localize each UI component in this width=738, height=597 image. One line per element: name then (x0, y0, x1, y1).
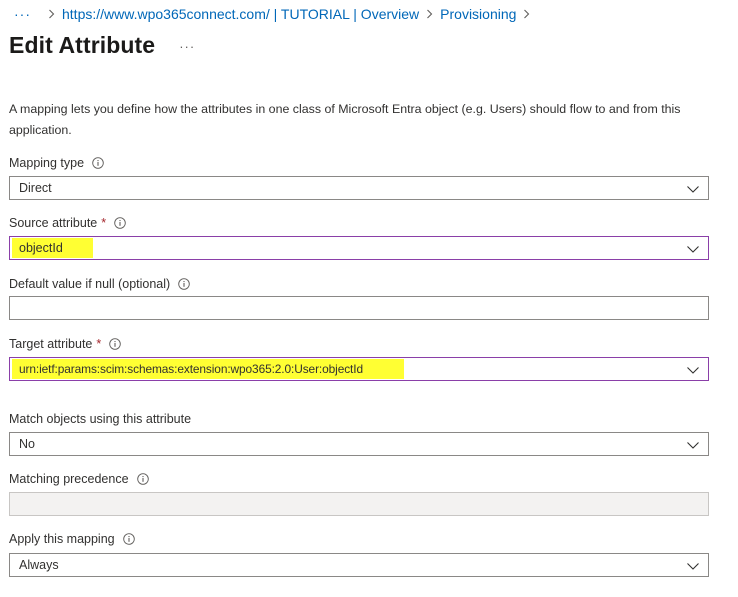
target-attribute-value: urn:ietf:params:scim:schemas:extension:w… (19, 362, 363, 376)
chevron-right-icon (426, 9, 433, 19)
mapping-type-dropdown[interactable]: Direct (9, 176, 709, 200)
breadcrumb-item-app-overview[interactable]: https://www.wpo365connect.com/ | TUTORIA… (62, 6, 419, 22)
required-indicator: * (101, 216, 107, 230)
description-text: A mapping lets you define how the attrib… (9, 102, 681, 137)
breadcrumb: ··· https://www.wpo365connect.com/ | TUT… (14, 4, 537, 24)
breadcrumb-more-button[interactable]: ··· (14, 6, 31, 22)
chevron-down-icon (686, 559, 700, 571)
chevron-right-icon (523, 9, 530, 19)
chevron-down-icon (686, 363, 700, 375)
target-attribute-label: Target attribute * (9, 336, 122, 352)
match-objects-label: Match objects using this attribute (9, 411, 191, 427)
info-icon[interactable] (109, 338, 122, 350)
chevron-right-icon (48, 9, 55, 19)
title-row: Edit Attribute ··· (9, 32, 195, 59)
apply-mapping-label: Apply this mapping (9, 531, 135, 547)
info-icon[interactable] (122, 533, 135, 545)
info-icon[interactable] (136, 473, 149, 485)
mapping-type-value: Direct (19, 181, 52, 195)
mapping-type-label-text: Mapping type (9, 156, 85, 170)
mapping-type-label: Mapping type (9, 155, 104, 171)
match-objects-value: No (19, 437, 35, 451)
matching-precedence-label: Matching precedence (9, 471, 149, 487)
default-value-input[interactable] (9, 296, 709, 320)
chevron-down-icon (686, 242, 700, 254)
more-options-button[interactable]: ··· (179, 39, 195, 54)
match-objects-dropdown[interactable]: No (9, 432, 709, 456)
info-icon[interactable] (92, 157, 104, 169)
apply-mapping-dropdown[interactable]: Always (9, 553, 709, 577)
match-objects-label-text: Match objects using this attribute (9, 412, 192, 426)
info-icon[interactable] (178, 278, 190, 290)
breadcrumb-item-provisioning[interactable]: Provisioning (440, 6, 516, 22)
chevron-down-icon (686, 182, 700, 194)
edit-attribute-page: ··· https://www.wpo365connect.com/ | TUT… (0, 0, 738, 597)
source-attribute-label-text: Source attribute (9, 216, 98, 230)
chevron-down-icon (686, 438, 700, 450)
required-indicator: * (96, 337, 102, 351)
apply-mapping-value: Always (19, 558, 59, 572)
info-icon[interactable] (114, 217, 126, 229)
page-title: Edit Attribute (9, 32, 156, 58)
apply-mapping-label-text: Apply this mapping (9, 532, 115, 546)
target-attribute-dropdown[interactable]: urn:ietf:params:scim:schemas:extension:w… (9, 357, 709, 381)
default-value-label-text: Default value if null (optional) (9, 277, 171, 291)
source-attribute-value: objectId (19, 241, 63, 255)
source-attribute-dropdown[interactable]: objectId (9, 236, 709, 260)
target-attribute-label-text: Target attribute (9, 337, 93, 351)
matching-precedence-input (9, 492, 709, 516)
source-attribute-label: Source attribute * (9, 215, 126, 231)
default-value-label: Default value if null (optional) (9, 276, 190, 292)
matching-precedence-label-text: Matching precedence (9, 472, 129, 486)
